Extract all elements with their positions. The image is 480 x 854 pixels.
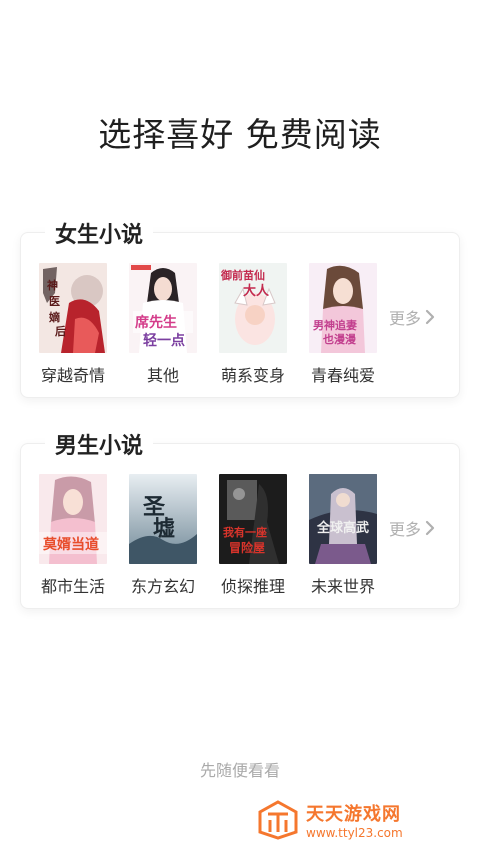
book-category-label: 都市生活 bbox=[40, 577, 105, 596]
book-female-4[interactable]: 男神追妻 也漫漫 青春纯爱 bbox=[309, 263, 377, 386]
book-category-label: 侦探推理 bbox=[220, 577, 285, 596]
female-novels-card: 女生小说 神 医 嫡 后 穿越奇情 席先生 轻一点 其他 御前苗仙 大人 萌系变… bbox=[20, 217, 460, 398]
book-cover: 男神追妻 也漫漫 bbox=[309, 263, 377, 353]
book-female-1[interactable]: 神 医 嫡 后 穿越奇情 bbox=[39, 263, 107, 386]
svg-text:神: 神 bbox=[47, 278, 58, 292]
skip-link[interactable]: 先随便看看 bbox=[0, 757, 480, 781]
book-category-label: 未来世界 bbox=[310, 577, 375, 596]
book-cover: 圣 墟 bbox=[129, 474, 197, 564]
book-cover: 全球高武 bbox=[309, 474, 377, 564]
book-cover: 莫婿当道 bbox=[39, 474, 107, 564]
book-category-label: 其他 bbox=[146, 366, 179, 385]
watermark-url: www.ttyl23.com bbox=[306, 826, 403, 840]
book-category-label: 萌系变身 bbox=[220, 366, 285, 385]
svg-text:墟: 墟 bbox=[153, 516, 175, 542]
book-cover: 神 医 嫡 后 bbox=[39, 263, 107, 353]
book-male-2[interactable]: 圣 墟 东方玄幻 bbox=[129, 474, 197, 597]
svg-text:席先生: 席先生 bbox=[135, 314, 177, 331]
watermark-name: 天天游戏网 bbox=[306, 804, 401, 825]
more-label: 更多 bbox=[389, 520, 422, 539]
chevron-right-icon bbox=[425, 309, 435, 325]
svg-text:也漫漫: 也漫漫 bbox=[323, 332, 357, 346]
page-headline: 选择喜好 免费阅读 bbox=[98, 115, 382, 154]
book-female-3[interactable]: 御前苗仙 大人 萌系变身 bbox=[219, 263, 287, 386]
book-category-label: 东方玄幻 bbox=[130, 577, 195, 596]
female-section-title: 女生小说 bbox=[45, 217, 154, 249]
book-cover: 御前苗仙 大人 bbox=[219, 263, 287, 353]
book-male-3[interactable]: 我有一座 冒险屋 侦探推理 bbox=[219, 474, 287, 597]
svg-text:冒险屋: 冒险屋 bbox=[229, 540, 265, 555]
svg-text:医: 医 bbox=[49, 295, 60, 308]
book-cover: 我有一座 冒险屋 bbox=[219, 474, 287, 564]
book-male-1[interactable]: 莫婿当道 都市生活 bbox=[39, 474, 107, 597]
female-more-button[interactable]: 更多 bbox=[389, 305, 436, 329]
svg-text:御前苗仙: 御前苗仙 bbox=[220, 268, 265, 282]
male-section-title: 男生小说 bbox=[45, 428, 154, 460]
svg-text:全球高武: 全球高武 bbox=[316, 520, 369, 536]
book-cover: 席先生 轻一点 bbox=[129, 263, 197, 353]
svg-text:后: 后 bbox=[55, 324, 66, 338]
chevron-right-icon bbox=[425, 520, 435, 536]
svg-text:轻一点: 轻一点 bbox=[143, 332, 185, 349]
svg-text:莫婿当道: 莫婿当道 bbox=[42, 536, 99, 553]
svg-text:大人: 大人 bbox=[243, 283, 270, 299]
svg-text:男神追妻: 男神追妻 bbox=[313, 318, 357, 332]
book-female-2[interactable]: 席先生 轻一点 其他 bbox=[129, 263, 197, 386]
watermark: 天天游戏网 www.ttyl23.com bbox=[256, 798, 446, 842]
svg-text:我有一座: 我有一座 bbox=[223, 525, 267, 539]
male-more-button[interactable]: 更多 bbox=[389, 516, 436, 540]
book-category-label: 穿越奇情 bbox=[40, 366, 105, 385]
watermark-logo-icon bbox=[258, 800, 298, 840]
more-label: 更多 bbox=[389, 309, 422, 328]
book-male-4[interactable]: 全球高武 未来世界 bbox=[309, 474, 377, 597]
book-category-label: 青春纯爱 bbox=[310, 366, 375, 385]
svg-text:嫡: 嫡 bbox=[49, 310, 60, 324]
male-novels-card: 男生小说 莫婿当道 都市生活 圣 墟 东方玄幻 我有一座 冒险屋 侦探推理 全球… bbox=[20, 428, 460, 609]
